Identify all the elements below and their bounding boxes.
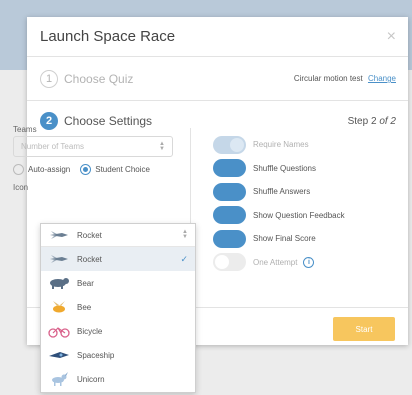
step-1-number: 1 bbox=[40, 69, 58, 88]
number-of-teams-input[interactable]: Number of Teams ▲ ▼ bbox=[13, 136, 173, 157]
close-icon[interactable]: × bbox=[387, 28, 396, 45]
show-final-score-toggle[interactable] bbox=[213, 229, 246, 248]
radio-student-choice-label: Student Choice bbox=[95, 165, 150, 174]
checkmark-icon: ✓ bbox=[180, 253, 188, 264]
step-choose-quiz: 1 Choose Quiz Circular motion test Chang… bbox=[27, 57, 408, 101]
icon-option-bicycle[interactable]: Bicycle bbox=[41, 319, 195, 343]
team-mode-radio-group: Auto-assign Student Choice bbox=[13, 164, 173, 175]
quiz-name: Circular motion test bbox=[293, 74, 363, 83]
team-settings: Teams Number of Teams ▲ ▼ Auto-assign Stu… bbox=[13, 125, 173, 192]
shuffle-questions-label: Shuffle Questions bbox=[253, 163, 317, 173]
modal-title: Launch Space Race bbox=[40, 28, 176, 45]
shuffle-questions-toggle[interactable] bbox=[213, 159, 246, 178]
show-final-score-label: Show Final Score bbox=[253, 234, 316, 244]
shuffle-answers-label: Shuffle Answers bbox=[253, 187, 311, 197]
step-progress-total: of 2 bbox=[379, 115, 396, 127]
icon-option-label: Unicorn bbox=[77, 374, 105, 384]
rocket-icon bbox=[50, 231, 68, 239]
icon-label: Icon bbox=[13, 183, 29, 192]
radio-auto-assign-dot[interactable] bbox=[13, 164, 24, 175]
show-question-feedback-toggle[interactable] bbox=[213, 206, 246, 225]
icon-option-spaceship[interactable]: Spaceship bbox=[41, 343, 195, 367]
info-icon[interactable]: i bbox=[303, 256, 315, 268]
setting-show-question-feedback: Show Question Feedback bbox=[213, 204, 373, 228]
icon-select[interactable]: Rocket ▲ ▼ bbox=[41, 224, 195, 247]
modal-header: Launch Space Race × bbox=[27, 17, 408, 57]
stepper-arrows-icon[interactable]: ▲ ▼ bbox=[159, 141, 165, 152]
setting-shuffle-questions: Shuffle Questions bbox=[213, 157, 373, 181]
icon-option-label: Rocket bbox=[77, 254, 102, 264]
icon-option-rocket[interactable]: Rocket ✓ bbox=[41, 247, 195, 271]
show-question-feedback-label: Show Question Feedback bbox=[253, 210, 345, 220]
bicycle-icon bbox=[48, 327, 70, 338]
select-arrows-icon[interactable]: ▲ ▼ bbox=[182, 229, 188, 240]
icon-option-label: Spaceship bbox=[77, 350, 115, 360]
teams-placeholder: Number of Teams bbox=[21, 142, 84, 151]
step-progress: Step 2 of 2 bbox=[348, 116, 396, 127]
selected-quiz: Circular motion test Change bbox=[294, 74, 396, 83]
rocket-icon bbox=[50, 255, 68, 263]
icon-option-bear[interactable]: Bear bbox=[41, 271, 195, 295]
one-attempt-toggle[interactable] bbox=[213, 253, 246, 272]
step-1-label: Choose Quiz bbox=[64, 71, 134, 86]
radio-student-choice[interactable]: Student Choice bbox=[80, 164, 150, 175]
step-progress-current: Step 2 bbox=[347, 115, 377, 127]
require-names-toggle bbox=[213, 135, 246, 154]
icon-option-label: Bee bbox=[77, 302, 92, 312]
unicorn-icon bbox=[52, 372, 68, 386]
setting-shuffle-answers: Shuffle Answers bbox=[213, 180, 373, 204]
bee-icon bbox=[53, 301, 65, 313]
one-attempt-label: One Attempt bbox=[253, 257, 298, 267]
spaceship-icon bbox=[49, 352, 69, 358]
icon-option-label: Bicycle bbox=[77, 326, 103, 336]
icon-option-bee[interactable]: Bee bbox=[41, 295, 195, 319]
teams-label: Teams bbox=[13, 125, 37, 134]
setting-require-names: Require Names bbox=[213, 133, 373, 157]
radio-student-choice-dot[interactable] bbox=[80, 164, 92, 175]
start-button[interactable]: Start bbox=[333, 317, 395, 341]
setting-show-final-score: Show Final Score bbox=[213, 227, 373, 251]
bear-icon bbox=[50, 278, 69, 289]
icon-select-value: Rocket bbox=[77, 230, 102, 240]
require-names-label: Require Names bbox=[253, 140, 309, 150]
change-quiz-link[interactable]: Change bbox=[368, 74, 396, 83]
shuffle-answers-toggle[interactable] bbox=[213, 182, 246, 201]
icon-option-unicorn[interactable]: Unicorn bbox=[41, 367, 195, 391]
radio-auto-assign[interactable]: Auto-assign bbox=[13, 164, 70, 175]
toggle-settings: Require Names Shuffle Questions Shuffle … bbox=[213, 133, 373, 274]
radio-auto-assign-label: Auto-assign bbox=[28, 165, 71, 174]
icon-dropdown[interactable]: Rocket ▲ ▼ Rocket ✓ Bear Bee Bicycle Spac… bbox=[40, 223, 196, 393]
icon-option-label: Bear bbox=[77, 278, 94, 288]
setting-one-attempt: One Attempt i bbox=[213, 251, 373, 275]
